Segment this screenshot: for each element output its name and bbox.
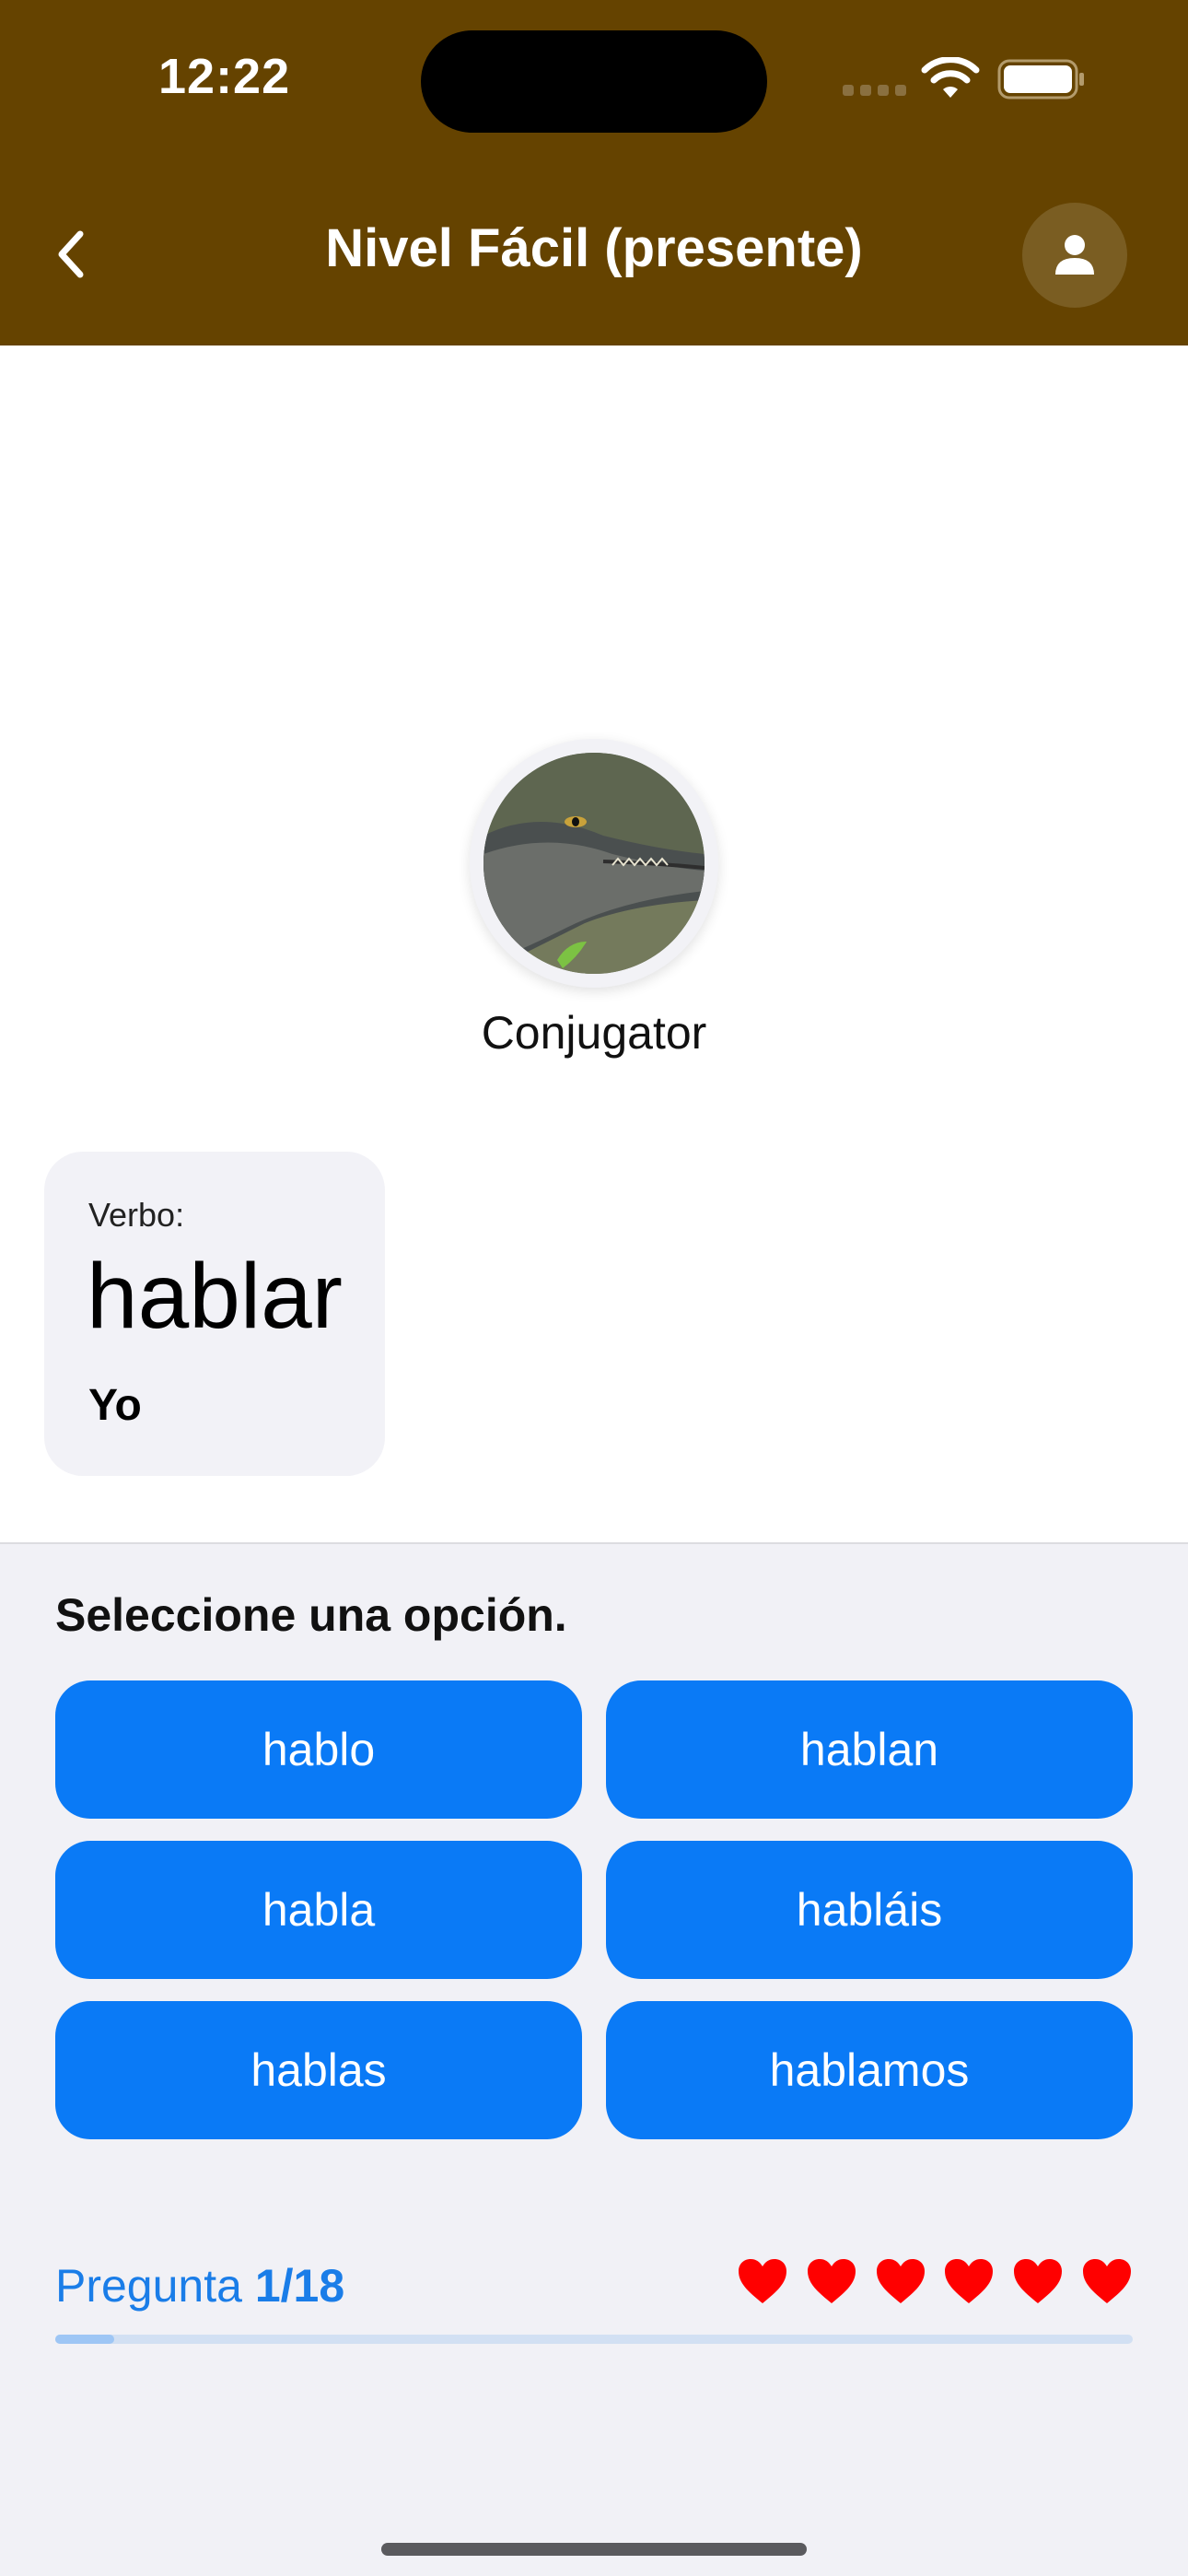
dynamic-island [421, 30, 767, 133]
option-button[interactable]: hablas [55, 2001, 582, 2139]
heart-icon [1014, 2259, 1063, 2303]
question-counter-value: 1/18 [254, 2260, 345, 2312]
lives-hearts [737, 2257, 1133, 2313]
heart-icon [807, 2259, 856, 2303]
top-bar: 12:22 Nivel Fácil (presente) [0, 0, 1188, 345]
profile-button[interactable] [1022, 203, 1127, 308]
verb-person: Yo [88, 1381, 142, 1430]
verb-word: hablar [87, 1245, 343, 1348]
back-button[interactable] [42, 221, 98, 287]
question-counter-label: Pregunta [55, 2260, 242, 2312]
option-button[interactable]: hablan [606, 1680, 1133, 1819]
option-button[interactable]: hablamos [606, 2001, 1133, 2139]
progress-bar [55, 2335, 1133, 2344]
status-time: 12:22 [158, 49, 291, 104]
heart-icon [945, 2259, 994, 2303]
alligator-avatar [483, 753, 705, 974]
verb-label: Verbo: [88, 1196, 185, 1234]
battery-icon [997, 59, 1084, 100]
home-indicator[interactable] [381, 2543, 807, 2556]
person-icon [1055, 235, 1094, 275]
option-button[interactable]: hablo [55, 1680, 582, 1819]
heart-icon [876, 2259, 925, 2303]
progress-bar-fill [55, 2335, 115, 2344]
option-button[interactable]: habláis [606, 1841, 1133, 1979]
question-prompt: Seleccione una opción. [55, 1589, 567, 1641]
cellular-signal-icon [843, 85, 907, 98]
character-name: Conjugator [481, 1007, 707, 1059]
verb-card: Verbo: hablar Yo [44, 1152, 385, 1476]
answer-panel: Seleccione una opción. hablo hablan habl… [0, 1542, 1188, 2576]
question-counter: Pregunta 1/18 [55, 2259, 344, 2313]
wifi-icon [921, 57, 980, 98]
heart-icon [1082, 2259, 1131, 2303]
avatar-frame [470, 739, 718, 988]
page-title: Nivel Fácil (presente) [325, 218, 863, 278]
heart-icon [739, 2259, 786, 2303]
chevron-left-icon [58, 230, 84, 278]
option-button[interactable]: habla [55, 1841, 582, 1979]
